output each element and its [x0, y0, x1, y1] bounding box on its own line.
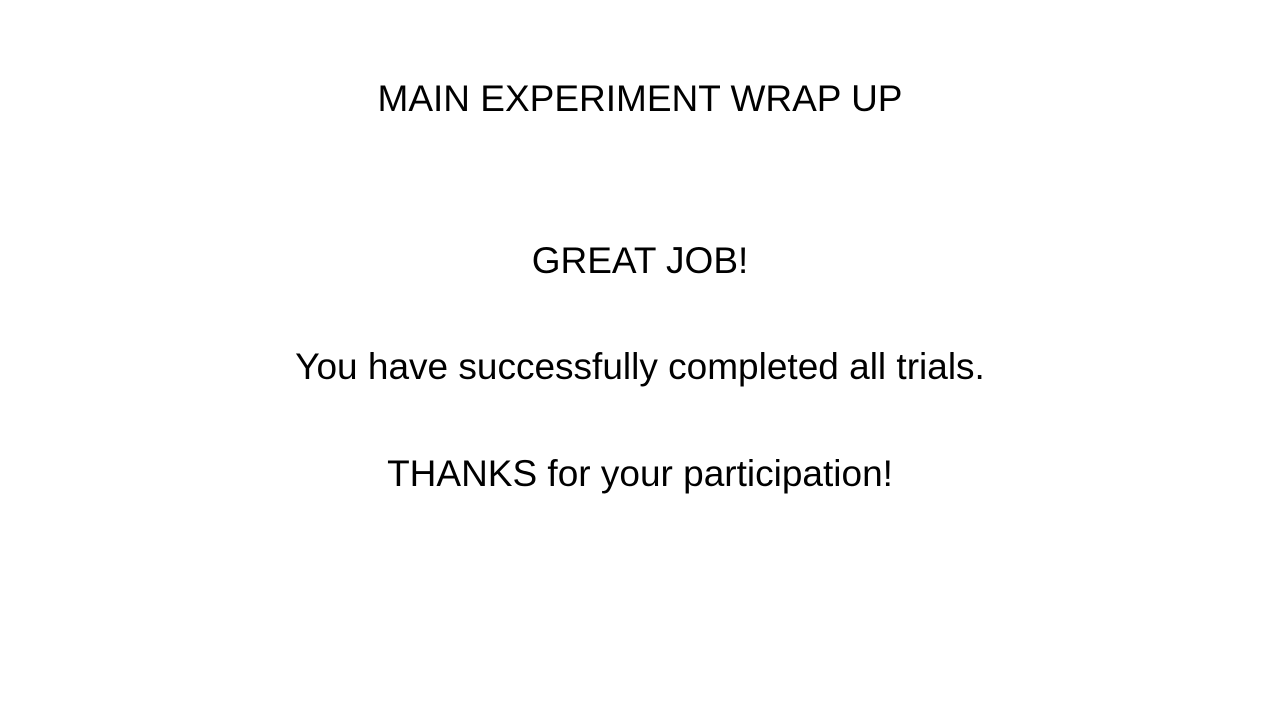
thanks-message: THANKS for your participation!: [387, 453, 893, 494]
completion-message: You have successfully completed all tria…: [295, 346, 985, 387]
page-title: MAIN EXPERIMENT WRAP UP: [377, 78, 903, 119]
great-job-message: GREAT JOB!: [531, 240, 749, 281]
